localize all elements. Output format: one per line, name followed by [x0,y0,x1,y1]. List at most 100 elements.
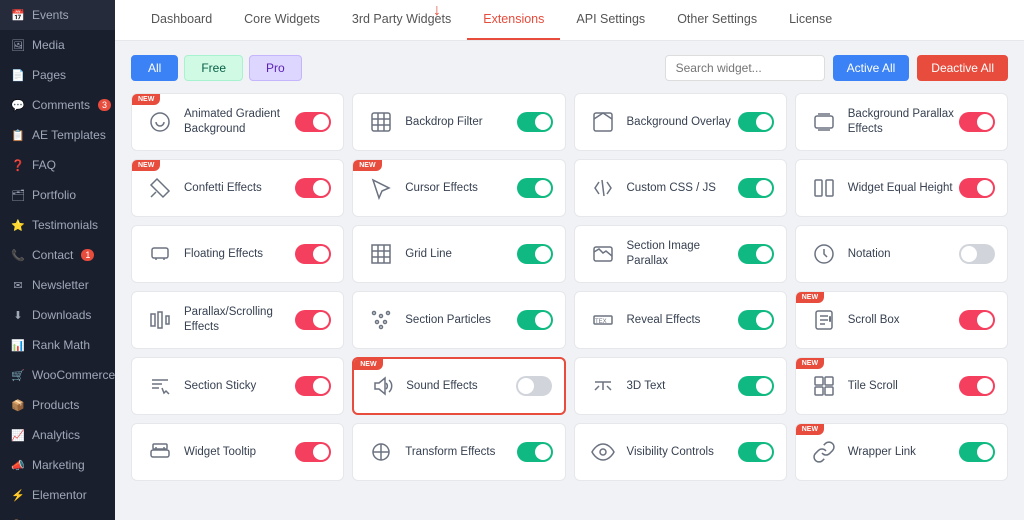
sidebar-label: Portfolio [32,188,76,202]
widget-toggle[interactable] [517,442,553,462]
widget-toggle[interactable] [517,244,553,264]
tab-api-settings[interactable]: API Settings [560,0,661,40]
sidebar-item-comments[interactable]: 💬Comments3 [0,90,115,120]
widget-left: Wrapper Link [808,436,916,468]
cursor-effects-icon [365,172,397,204]
sidebar-item-newsletter[interactable]: ✉Newsletter [0,270,115,300]
filter-all-button[interactable]: All [131,55,178,81]
widget-left: Section Particles [365,304,491,336]
sidebar-label: Products [32,398,79,412]
widget-toggle[interactable] [959,112,995,132]
widget-card: NEW Cursor Effects [352,159,565,217]
sidebar-icon: ⚡ [10,487,26,503]
sidebar-item-elementor[interactable]: ⚡Elementor [0,480,115,510]
bg-overlay-icon [587,106,619,138]
sidebar-item-testimonials[interactable]: ⭐Testimonials [0,210,115,240]
sidebar-item-woocommerce[interactable]: 🛒WooCommerce [0,360,115,390]
sidebar-item-media[interactable]: 🖼Media [0,30,115,60]
widget-toggle[interactable] [959,244,995,264]
sidebar-item-ae-templates[interactable]: 📋AE Templates [0,120,115,150]
sidebar-item-products[interactable]: 📦 Products [0,390,115,420]
widget-toggle[interactable] [295,178,331,198]
widget-name: Confetti Effects [184,181,262,196]
widget-name: Tile Scroll [848,379,898,394]
deactive-all-button[interactable]: Deactive All [917,55,1008,81]
widget-toggle[interactable] [295,376,331,396]
widget-card: Visibility Controls [574,423,787,481]
widget-toggle[interactable] [738,112,774,132]
widget-left: Transform Effects [365,436,495,468]
custom-css-icon [587,172,619,204]
tab-extensions[interactable]: Extensions [467,0,560,40]
sidebar-item-contact[interactable]: 📞Contact1 [0,240,115,270]
widget-toggle[interactable] [295,244,331,264]
new-ribbon: NEW [796,424,824,435]
widget-card: Section Particles [352,291,565,349]
widget-toggle[interactable] [517,112,553,132]
widget-name: Grid Line [405,247,452,262]
tab-other-settings[interactable]: Other Settings [661,0,773,40]
sidebar-icon: ⬇ [10,307,26,323]
widget-toggle[interactable] [295,112,331,132]
sidebar-item-marketing[interactable]: 📣Marketing [0,450,115,480]
widget-toggle[interactable] [295,442,331,462]
sidebar-label: Downloads [32,308,91,322]
widget-toggle[interactable] [959,178,995,198]
sidebar-label: AE Templates [32,128,106,142]
widget-name: Background Parallax Effects [848,107,959,137]
new-ribbon: NEW [132,94,160,105]
tab-core-widgets[interactable]: Core Widgets [228,0,336,40]
sidebar-item-pages[interactable]: 📄Pages [0,60,115,90]
widget-toggle[interactable] [738,244,774,264]
widget-card: Custom CSS / JS [574,159,787,217]
search-input[interactable] [665,55,825,81]
widget-card: Notation [795,225,1008,283]
sidebar-item-analytics[interactable]: 📈Analytics [0,420,115,450]
sidebar-item-downloads[interactable]: ⬇ Downloads [0,300,115,330]
tab-3rd-party-widgets[interactable]: 3rd Party Widgets [336,0,467,40]
sidebar-label: Pages [32,68,66,82]
widget-card: Background Parallax Effects [795,93,1008,151]
widget-left: Confetti Effects [144,172,262,204]
transform-icon [365,436,397,468]
section-particles-icon [365,304,397,336]
widget-toggle[interactable] [738,178,774,198]
sidebar-item-rank-math[interactable]: 📊Rank Math [0,330,115,360]
widget-toggle[interactable] [959,310,995,330]
widget-toggle[interactable] [516,376,552,396]
sidebar-label: Contact [32,248,73,262]
sidebar-label: Rank Math [32,338,90,352]
sidebar-item-templates[interactable]: 🎨Templates [0,510,115,520]
tab-license[interactable]: License [773,0,848,40]
sidebar-icon: ❓ [10,157,26,173]
sidebar-item-portfolio[interactable]: 🗂Portfolio [0,180,115,210]
sidebar-icon: 🛒 [10,367,26,383]
widget-card: Grid Line [352,225,565,283]
new-ribbon: NEW [132,160,160,171]
widget-left: 3D Text [587,370,666,402]
sidebar-item-faq[interactable]: ❓FAQ [0,150,115,180]
widget-card: NEW Animated Gradient Background [131,93,344,151]
3d-text-icon [587,370,619,402]
filter-pro-button[interactable]: Pro [249,55,302,81]
active-all-button[interactable]: Active All [833,55,910,81]
widget-toggle[interactable] [517,178,553,198]
tab-dashboard[interactable]: Dashboard [135,0,228,40]
widget-toggle[interactable] [959,376,995,396]
sidebar-item-events[interactable]: 📅Events [0,0,115,30]
widget-toggle[interactable] [517,310,553,330]
filter-free-button[interactable]: Free [184,55,243,81]
sound-effects-icon [366,370,398,402]
sidebar-badge: 3 [98,99,111,111]
widget-left: Tile Scroll [808,370,898,402]
sidebar-label: Newsletter [32,278,89,292]
widget-card: 3D Text [574,357,787,415]
widget-toggle[interactable] [738,376,774,396]
sidebar-icon: 📦 [10,397,26,413]
widget-toggle[interactable] [738,310,774,330]
bg-parallax-icon [808,106,840,138]
widget-toggle[interactable] [738,442,774,462]
widget-name: Reveal Effects [627,313,701,328]
widget-toggle[interactable] [959,442,995,462]
widget-toggle[interactable] [295,310,331,330]
